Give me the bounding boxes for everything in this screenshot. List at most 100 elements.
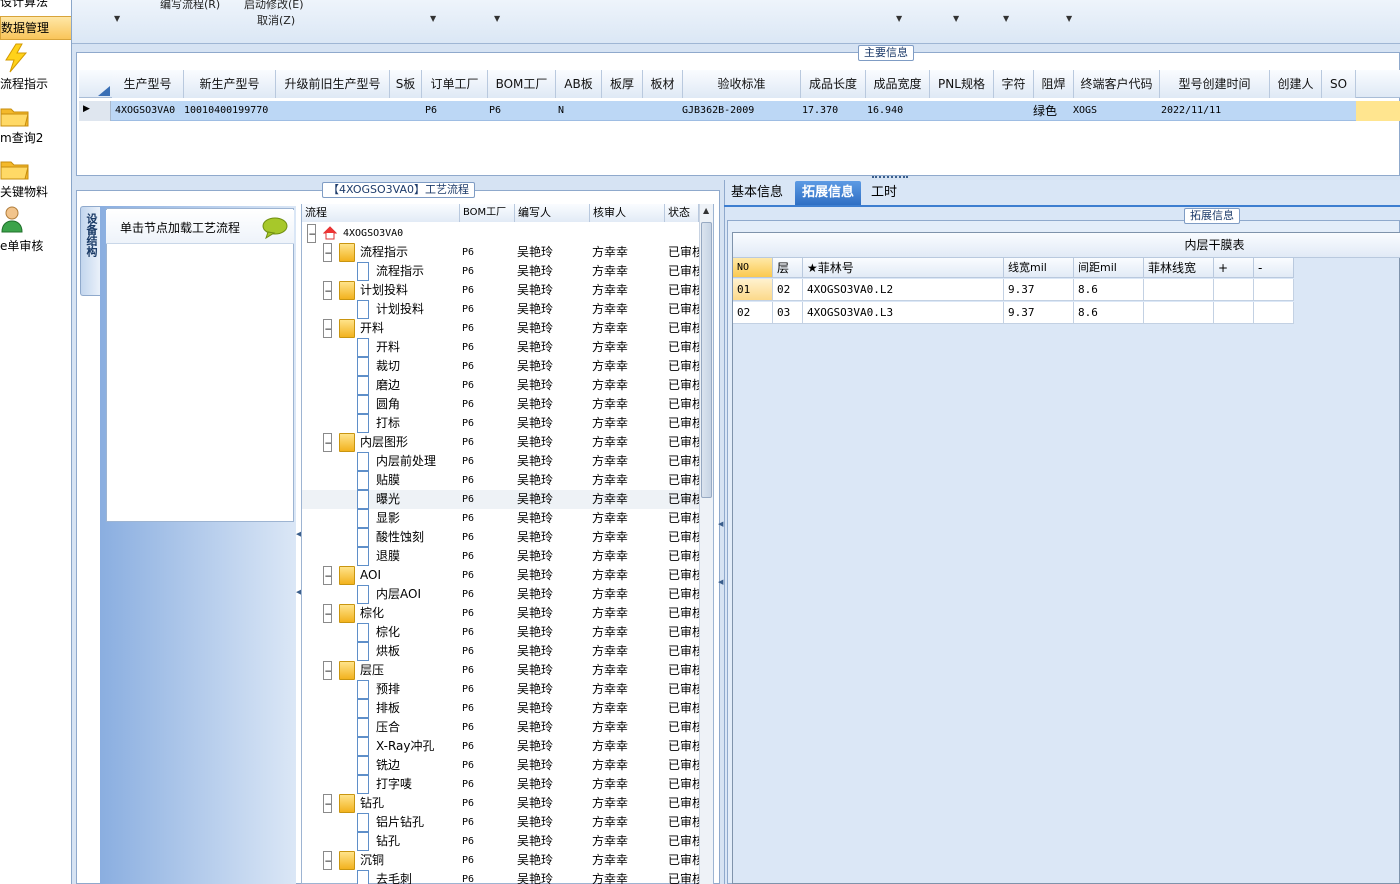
user-icon[interactable] (0, 204, 30, 234)
col-header[interactable]: PNL规格 (930, 70, 994, 98)
cell-line-width[interactable]: 9.37 (1004, 279, 1074, 301)
tree-step-row[interactable]: 去毛刺 P6 吴艳玲 方幸幸 已审核 (302, 870, 699, 884)
tree-col-header[interactable]: 核审人 (590, 204, 665, 222)
tree-step-row[interactable]: 磨边 P6 吴艳玲 方幸幸 已审核 (302, 376, 699, 395)
lightning-icon[interactable] (2, 43, 32, 73)
col-header[interactable]: 成品长度 (801, 70, 866, 98)
tab-work-hours[interactable]: 工时 (864, 181, 904, 205)
collapse-icon[interactable]: − (307, 224, 316, 243)
tree-group-row[interactable]: −计划投料P6吴艳玲方幸幸已审核 (302, 281, 699, 300)
menu-start-modify[interactable]: 启动修改(E) (244, 0, 304, 12)
tree-root[interactable]: − 4XOGSO3VA0 (302, 224, 699, 243)
col-header[interactable]: SO (1322, 70, 1356, 98)
chevron-down-icon[interactable]: ▼ (1003, 14, 1009, 23)
nav-item-algorithm[interactable]: 设计算法 (0, 0, 71, 12)
col-header[interactable]: 终端客户代码 (1074, 70, 1160, 98)
col-header[interactable]: 字符 (994, 70, 1034, 98)
collapse-icon[interactable]: − (323, 566, 332, 585)
collapse-icon[interactable]: − (323, 851, 332, 870)
cell-line-width[interactable]: 9.37 (1004, 302, 1074, 324)
col-header[interactable]: 生产型号 (112, 70, 184, 98)
tab-basic-info[interactable]: 基本信息 (726, 181, 788, 205)
collapse-icon[interactable]: − (323, 433, 332, 452)
cell-plus[interactable] (1214, 279, 1254, 301)
tree-group-row[interactable]: −流程指示P6吴艳玲方幸幸已审核 (302, 243, 699, 262)
cell-no[interactable]: 02 (733, 302, 773, 324)
col-header-spacing[interactable]: 间距mil (1074, 258, 1144, 278)
chevron-down-icon[interactable]: ▼ (1066, 14, 1072, 23)
folder-icon[interactable] (0, 153, 30, 183)
col-header[interactable]: 新生产型号 (184, 70, 276, 98)
collapse-icon[interactable]: − (323, 243, 332, 262)
col-header[interactable]: AB板 (556, 70, 602, 98)
col-header[interactable]: 板厚 (602, 70, 643, 98)
tree-step-row[interactable]: 铣边 P6 吴艳玲 方幸幸 已审核 (302, 756, 699, 775)
cell-film-line-width[interactable] (1144, 279, 1214, 301)
cell-film-no[interactable]: 4XOGSO3VA0.L2 (803, 279, 1004, 301)
tree-step-row[interactable]: 曝光 P6 吴艳玲 方幸幸 已审核 (302, 490, 699, 509)
tree-step-row[interactable]: 预排 P6 吴艳玲 方幸幸 已审核 (302, 680, 699, 699)
tree-group-row[interactable]: −层压P6吴艳玲方幸幸已审核 (302, 661, 699, 680)
col-header-line-width[interactable]: 线宽mil (1004, 258, 1074, 278)
col-header[interactable]: BOM工厂 (488, 70, 556, 98)
cell-minus[interactable] (1254, 302, 1294, 324)
tree-group-row[interactable]: −内层图形P6吴艳玲方幸幸已审核 (302, 433, 699, 452)
tree-step-row[interactable]: 计划投料 P6 吴艳玲 方幸幸 已审核 (302, 300, 699, 319)
col-header[interactable]: 订单工厂 (422, 70, 488, 98)
tree-col-header[interactable]: 状态 (665, 204, 699, 222)
cell-no[interactable]: 01 (733, 279, 773, 301)
tree-group-row[interactable]: −棕化P6吴艳玲方幸幸已审核 (302, 604, 699, 623)
scroll-thumb[interactable] (701, 222, 712, 498)
collapse-icon[interactable]: − (323, 319, 332, 338)
col-header-no[interactable]: NO (733, 258, 773, 278)
tree-step-row[interactable]: 烘板 P6 吴艳玲 方幸幸 已审核 (302, 642, 699, 661)
collapse-icon[interactable]: − (323, 281, 332, 300)
cell-spacing[interactable]: 8.6 (1074, 302, 1144, 324)
tree-col-header[interactable]: 流程 (302, 204, 460, 222)
tree-scrollbar[interactable]: ▲ (699, 204, 713, 884)
tree-step-row[interactable]: 圆角 P6 吴艳玲 方幸幸 已审核 (302, 395, 699, 414)
col-header[interactable]: 型号创建时间 (1160, 70, 1270, 98)
cell-minus[interactable] (1254, 279, 1294, 301)
tree-step-row[interactable]: 排板 P6 吴艳玲 方幸幸 已审核 (302, 699, 699, 718)
tree-step-row[interactable]: 裁切 P6 吴艳玲 方幸幸 已审核 (302, 357, 699, 376)
nav-item-flow-instruction[interactable]: 流程指示 (0, 75, 71, 92)
tree-step-row[interactable]: 显影 P6 吴艳玲 方幸幸 已审核 (302, 509, 699, 528)
col-header-layer[interactable]: 层 (773, 258, 803, 278)
tree-step-row[interactable]: 打字唛 P6 吴艳玲 方幸幸 已审核 (302, 775, 699, 794)
tree-step-row[interactable]: 退膜 P6 吴艳玲 方幸幸 已审核 (302, 547, 699, 566)
tree-step-row[interactable]: 打标 P6 吴艳玲 方幸幸 已审核 (302, 414, 699, 433)
tree-step-row[interactable]: 贴膜 P6 吴艳玲 方幸幸 已审核 (302, 471, 699, 490)
nav-item-query2[interactable]: m查询2 (0, 129, 71, 146)
collapse-icon[interactable]: − (323, 794, 332, 813)
nav-item-data-management[interactable]: 数据管理 (0, 16, 71, 40)
col-header[interactable]: 阻焊 (1034, 70, 1074, 98)
cell-film-line-width[interactable] (1144, 302, 1214, 324)
tree-group-row[interactable]: −开料P6吴艳玲方幸幸已审核 (302, 319, 699, 338)
chevron-down-icon[interactable]: ▼ (953, 14, 959, 23)
col-header[interactable]: 验收标准 (683, 70, 801, 98)
nav-item-order-review[interactable]: e单审核 (0, 237, 71, 254)
nav-item-key-material[interactable]: 关键物料 (0, 183, 71, 200)
collapse-icon[interactable]: − (323, 604, 332, 623)
tree-step-row[interactable]: 酸性蚀刻 P6 吴艳玲 方幸幸 已审核 (302, 528, 699, 547)
cell-layer[interactable]: 03 (773, 302, 803, 324)
col-header-film-line-width[interactable]: 菲林线宽 (1144, 258, 1214, 278)
tab-extended-info[interactable]: 拓展信息 (795, 181, 861, 205)
tree-step-row[interactable]: 开料 P6 吴艳玲 方幸幸 已审核 (302, 338, 699, 357)
splitter-arrow-icon[interactable]: ◀ (718, 578, 723, 586)
load-flow-hint[interactable]: 单击节点加载工艺流程 (106, 210, 294, 244)
tree-group-row[interactable]: −钻孔P6吴艳玲方幸幸已审核 (302, 794, 699, 813)
folder-icon[interactable] (0, 100, 30, 130)
chevron-down-icon[interactable]: ▼ (114, 14, 120, 23)
cell-film-no[interactable]: 4XOGSO3VA0.L3 (803, 302, 1004, 324)
tree-step-row[interactable]: 内层AOI P6 吴艳玲 方幸幸 已审核 (302, 585, 699, 604)
tree-step-row[interactable]: 棕化 P6 吴艳玲 方幸幸 已审核 (302, 623, 699, 642)
menu-edit-flow[interactable]: 编写流程(R) (160, 0, 220, 12)
tree-group-row[interactable]: −沉铜P6吴艳玲方幸幸已审核 (302, 851, 699, 870)
chevron-down-icon[interactable]: ▼ (430, 14, 436, 23)
chevron-down-icon[interactable]: ▼ (494, 14, 500, 23)
col-header[interactable]: S板 (390, 70, 422, 98)
cell-layer[interactable]: 02 (773, 279, 803, 301)
collapse-icon[interactable]: − (323, 661, 332, 680)
